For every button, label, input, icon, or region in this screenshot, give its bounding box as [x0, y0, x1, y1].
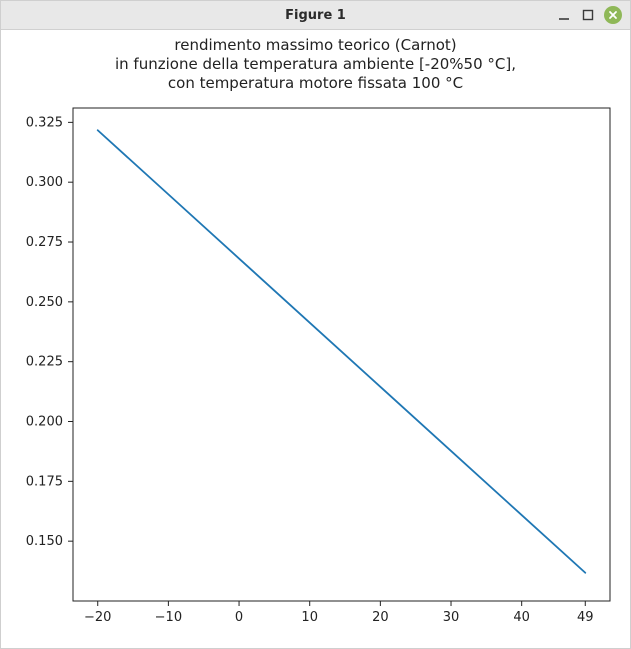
- svg-text:0.225: 0.225: [26, 355, 63, 370]
- svg-text:30: 30: [443, 610, 460, 625]
- svg-text:20: 20: [372, 610, 389, 625]
- svg-text:49: 49: [577, 610, 594, 625]
- window-title: Figure 1: [1, 8, 630, 23]
- svg-text:−20: −20: [84, 610, 111, 625]
- svg-text:0.325: 0.325: [26, 115, 63, 130]
- svg-text:0.250: 0.250: [26, 295, 63, 310]
- minimize-icon[interactable]: [556, 7, 572, 23]
- svg-text:0.175: 0.175: [26, 474, 63, 489]
- svg-text:40: 40: [513, 610, 530, 625]
- window-controls: [556, 6, 630, 24]
- maximize-icon[interactable]: [580, 7, 596, 23]
- close-icon[interactable]: [604, 6, 622, 24]
- svg-text:−10: −10: [155, 610, 182, 625]
- svg-text:0.300: 0.300: [26, 175, 63, 190]
- svg-text:0.150: 0.150: [26, 534, 63, 549]
- figure-window: Figure 1 rendimento massimo teorico (Car…: [0, 0, 631, 649]
- figure-area: rendimento massimo teorico (Carnot) in f…: [1, 30, 630, 648]
- titlebar[interactable]: Figure 1: [1, 1, 630, 30]
- chart-plot: −20 −10 0 10 20 30 40 49 0.150 0.175 0.200 0.225 0.2…: [1, 30, 630, 649]
- svg-text:0: 0: [235, 610, 243, 625]
- svg-text:0.200: 0.200: [26, 415, 63, 430]
- svg-text:10: 10: [301, 610, 318, 625]
- svg-text:0.275: 0.275: [26, 235, 63, 250]
